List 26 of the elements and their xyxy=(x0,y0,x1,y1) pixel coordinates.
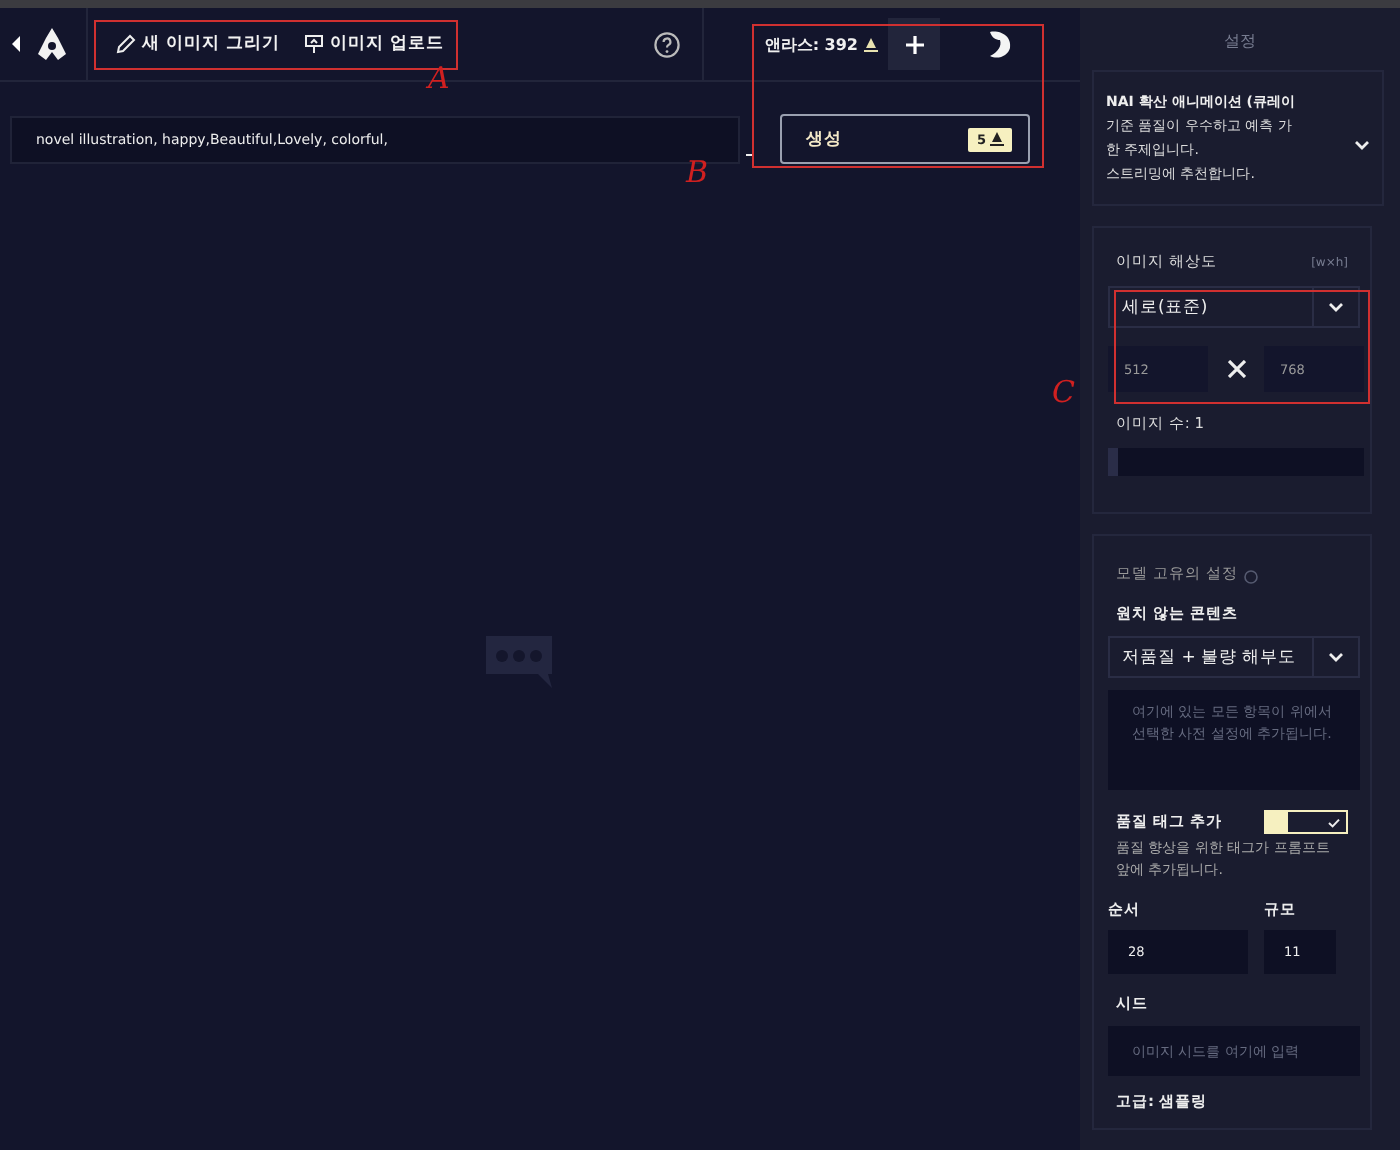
dropdown[interactable]: 세로(표준) xyxy=(1108,286,1360,328)
chevron-icon xyxy=(1354,139,1370,149)
draw-button[interactable]: 새 이미지 그리기 xyxy=(116,28,280,60)
anlas-icon xyxy=(864,37,878,51)
quality-tags-toggle[interactable] xyxy=(1264,810,1348,834)
info-icon[interactable] xyxy=(1243,570,1258,584)
check-icon xyxy=(1328,817,1340,827)
dropdown[interactable]: 저품질 + 불량 해부도 xyxy=(1108,636,1360,678)
annotation-letter: A xyxy=(428,62,450,94)
times-icon xyxy=(1227,360,1245,378)
avatar-icon[interactable] xyxy=(984,28,1016,60)
panel-title: 설정 xyxy=(1222,30,1258,54)
back-icon[interactable] xyxy=(12,36,22,52)
chevron-icon xyxy=(1328,302,1344,312)
logo-icon[interactable] xyxy=(38,28,66,60)
help-icon[interactable] xyxy=(654,31,681,57)
anlas-balance: 앤라스: 392 xyxy=(764,33,858,55)
upload-button[interactable]: 이미지 업로드 xyxy=(303,28,444,60)
annotation-letter: C xyxy=(1052,376,1075,408)
slider-fill[interactable] xyxy=(1108,448,1119,476)
chevron-icon xyxy=(1328,652,1344,662)
slider-track[interactable] xyxy=(1108,448,1364,476)
plus-icon xyxy=(905,35,923,53)
add-anlas-button[interactable] xyxy=(888,18,940,70)
upload-icon xyxy=(303,34,324,54)
pencil-icon xyxy=(116,34,136,54)
